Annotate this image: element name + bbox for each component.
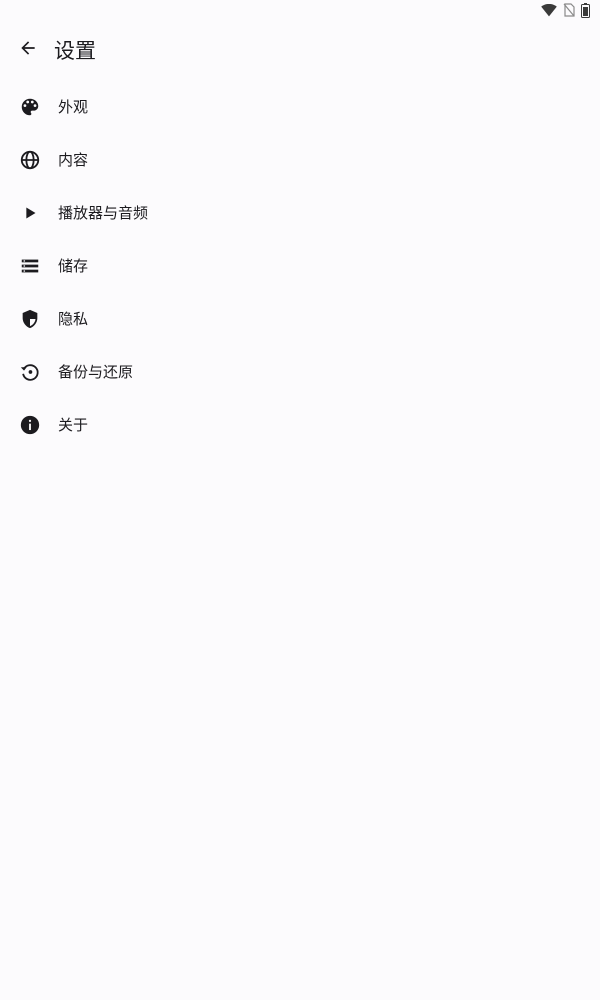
globe-icon — [18, 148, 42, 172]
settings-item-label: 关于 — [58, 416, 89, 434]
battery-icon — [581, 2, 590, 18]
shield-icon — [18, 307, 42, 331]
restore-icon — [18, 360, 42, 384]
settings-item-appearance[interactable]: 外观 — [0, 80, 600, 133]
settings-item-label: 备份与还原 — [58, 363, 134, 381]
settings-item-storage[interactable]: 储存 — [0, 239, 600, 292]
page-title: 设置 — [54, 39, 96, 63]
arrow-back-icon — [18, 38, 38, 62]
app-bar: 设置 — [0, 28, 600, 72]
info-icon — [18, 413, 42, 437]
settings-list: 外观 内容 播放器与音频 储存 隐私 备份与还原 关于 — [0, 80, 600, 451]
settings-item-label: 内容 — [58, 151, 89, 169]
status-bar — [0, 0, 600, 20]
palette-icon — [18, 95, 42, 119]
settings-item-label: 隐私 — [58, 310, 89, 328]
settings-screen: 设置 外观 内容 播放器与音频 储存 隐私 备份与还原 关于 — [0, 0, 600, 1000]
settings-item-backup-restore[interactable]: 备份与还原 — [0, 345, 600, 398]
back-button[interactable] — [8, 30, 48, 70]
wifi-icon — [541, 3, 557, 17]
settings-item-player-audio[interactable]: 播放器与音频 — [0, 186, 600, 239]
storage-list-icon — [18, 254, 42, 278]
settings-item-content[interactable]: 内容 — [0, 133, 600, 186]
settings-item-about[interactable]: 关于 — [0, 398, 600, 451]
settings-item-label: 外观 — [58, 98, 89, 116]
play-icon — [18, 201, 42, 225]
no-sim-icon — [563, 3, 575, 17]
settings-item-label: 储存 — [58, 257, 89, 275]
settings-item-privacy[interactable]: 隐私 — [0, 292, 600, 345]
settings-item-label: 播放器与音频 — [58, 204, 149, 222]
